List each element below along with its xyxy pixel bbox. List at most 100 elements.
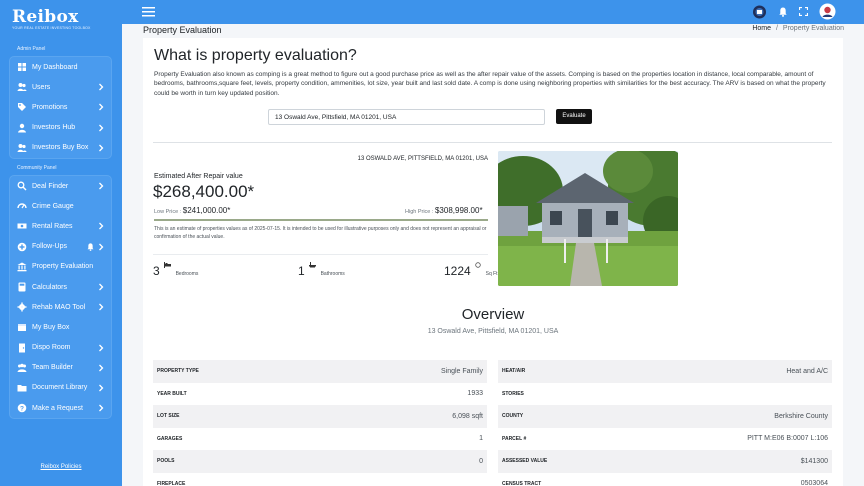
result-address: 13 OSWALD AVE, PITTSFIELD, MA 01201, USA <box>357 156 488 162</box>
sidebar-item-label: My Buy Box <box>32 323 70 331</box>
evaluate-button[interactable]: Evaluate <box>556 109 592 124</box>
chevron-right-icon <box>99 182 104 190</box>
topbar <box>122 0 864 24</box>
price-range-bar <box>154 219 488 221</box>
sidebar-item-investors-hub[interactable]: Investors Hub <box>10 118 111 138</box>
sidebar-item-make-a-request[interactable]: ? Make a Request <box>10 398 111 418</box>
community-badge-icon[interactable] <box>752 5 767 19</box>
gear-icon <box>17 302 27 312</box>
sidebar-item-rental-rates[interactable]: Rental Rates <box>10 216 111 236</box>
sidebar-item-label: Investors Hub <box>32 124 76 132</box>
sidebar-item-investors-buy-box[interactable]: Investors Buy Box <box>10 138 111 158</box>
sidebar-item-users[interactable]: Users <box>10 77 111 97</box>
table-row: ASSESSED VALUE $141300 <box>498 450 832 473</box>
chevron-right-icon <box>99 303 104 311</box>
admin-nav: My Dashboard Users Promotions Investors Hub… <box>9 56 112 159</box>
chevron-right-icon <box>99 103 104 111</box>
users-icon <box>17 83 27 92</box>
sidebar-item-label: Promotions <box>32 103 68 111</box>
page-title: Property Evaluation <box>143 25 222 35</box>
sidebar-item-team-builder[interactable]: Team Builder <box>10 358 111 378</box>
bedrooms-label: Bedrooms <box>175 271 199 277</box>
sidebar-item-follow-ups[interactable]: Follow-Ups <box>10 237 111 257</box>
sidebar-item-dispo-room[interactable]: Dispo Room <box>10 338 111 358</box>
chevron-right-icon <box>99 124 104 132</box>
evaluation-card: What is property evaluation? Property Ev… <box>143 38 843 486</box>
row-value: 1933 <box>467 390 483 398</box>
policies-link[interactable]: Reibox Policies <box>0 464 122 470</box>
estimate-disclaimer: This is an estimate of properties values… <box>154 226 487 240</box>
sidebar-item-label: Follow-Ups <box>32 243 68 251</box>
sidebar-item-my-buy-box[interactable]: My Buy Box <box>10 317 111 337</box>
avatar[interactable] <box>819 3 836 20</box>
breadcrumb-current: Property Evaluation <box>782 25 844 32</box>
row-value: 0503064 <box>800 480 828 486</box>
divider <box>153 142 832 143</box>
property-photo[interactable] <box>498 151 678 286</box>
sqft-value: 1224 <box>444 264 471 278</box>
breadcrumb: Home / Property Evaluation <box>752 25 844 32</box>
address-input[interactable] <box>268 109 545 125</box>
table-row: YEAR BUILT 1933 <box>153 383 487 406</box>
team-icon <box>17 363 27 372</box>
table-row: GARAGES 1 <box>153 428 487 451</box>
row-key: LOT SIZE <box>157 413 180 420</box>
gauge-icon <box>17 203 27 209</box>
sidebar-item-promotions[interactable]: Promotions <box>10 97 111 117</box>
row-value: PITT M:E06 B:0007 L:106 <box>747 435 828 443</box>
arv-value: $268,400.00* <box>153 182 255 201</box>
dashboard-icon <box>18 63 26 72</box>
sidebar-item-my-dashboard[interactable]: My Dashboard <box>10 57 111 77</box>
users-icon <box>17 143 27 152</box>
sidebar-item-calculators[interactable]: Calculators <box>10 277 111 297</box>
table-row: PARCEL # PITT M:E06 B:0007 L:106 <box>498 428 832 451</box>
table-row: COUNTY Berkshire County <box>498 405 832 428</box>
evaluation-description: Property Evaluation also known as compin… <box>154 71 826 97</box>
community-nav: Deal Finder Crime Gauge Rental Rates Follow… <box>9 175 112 420</box>
fullscreen-icon[interactable] <box>799 7 808 16</box>
row-value: 6,098 sqft <box>452 412 483 420</box>
sidebar-item-property-evaluation[interactable]: Property Evaluation <box>10 257 111 277</box>
brand-name: Reibox <box>12 7 79 27</box>
low-price-value: $241,000.00* <box>182 206 231 215</box>
admin-panel-label: Admin Panel <box>17 46 46 52</box>
row-key: COUNTY <box>502 413 524 420</box>
table-row: CENSUS TRACT 0503064 <box>498 473 832 486</box>
sidebar-item-document-library[interactable]: Document Library <box>10 378 111 398</box>
evaluation-heading: What is property evaluation? <box>154 47 357 64</box>
search-icon <box>17 181 27 191</box>
chevron-right-icon <box>99 222 104 230</box>
table-row: HEAT/AIR Heat and A/C <box>498 360 832 383</box>
arv-label: Estimated After Repair value <box>154 173 243 180</box>
calculator-icon <box>18 282 26 292</box>
sidebar-item-label: Property Evaluation <box>32 263 94 271</box>
row-key: YEAR BUILT <box>157 390 187 397</box>
row-key: GARAGES <box>157 435 183 442</box>
bathrooms-label: Bathrooms <box>320 271 345 277</box>
row-key: HEAT/AIR <box>502 368 526 375</box>
bed-icon <box>164 262 172 268</box>
door-icon <box>19 343 25 353</box>
row-key: CENSUS TRACT <box>502 480 542 486</box>
notification-bell-icon[interactable] <box>779 7 787 17</box>
money-icon <box>17 223 27 229</box>
row-key: STORIES <box>502 390 524 397</box>
sidebar-item-crime-gauge[interactable]: Crime Gauge <box>10 196 111 216</box>
menu-toggle-icon[interactable] <box>142 6 156 18</box>
sidebar-item-deal-finder[interactable]: Deal Finder <box>10 176 111 196</box>
sidebar-item-rehab-mao-tool[interactable]: Rehab MAO Tool <box>10 297 111 317</box>
row-value: 1 <box>479 435 483 443</box>
breadcrumb-home[interactable]: Home <box>752 25 771 32</box>
chevron-right-icon <box>99 283 104 291</box>
row-value: $141300 <box>800 457 828 465</box>
high-price: High Price : $308,998.00* <box>405 206 483 215</box>
user-tie-icon <box>18 123 26 133</box>
bell-icon <box>87 242 94 251</box>
chevron-right-icon <box>99 83 104 91</box>
chevron-right-icon <box>99 364 104 372</box>
brand-logo[interactable]: Reibox YOUR REAL ESTATE INVESTING TOOLBO… <box>12 8 91 30</box>
row-value: Berkshire County <box>774 412 828 420</box>
overview-table-right: HEAT/AIR Heat and A/C STORIES COUNTY Berkshi… <box>498 360 832 486</box>
sidebar-item-label: Team Builder <box>32 364 73 372</box>
row-key: POOLS <box>157 458 175 465</box>
